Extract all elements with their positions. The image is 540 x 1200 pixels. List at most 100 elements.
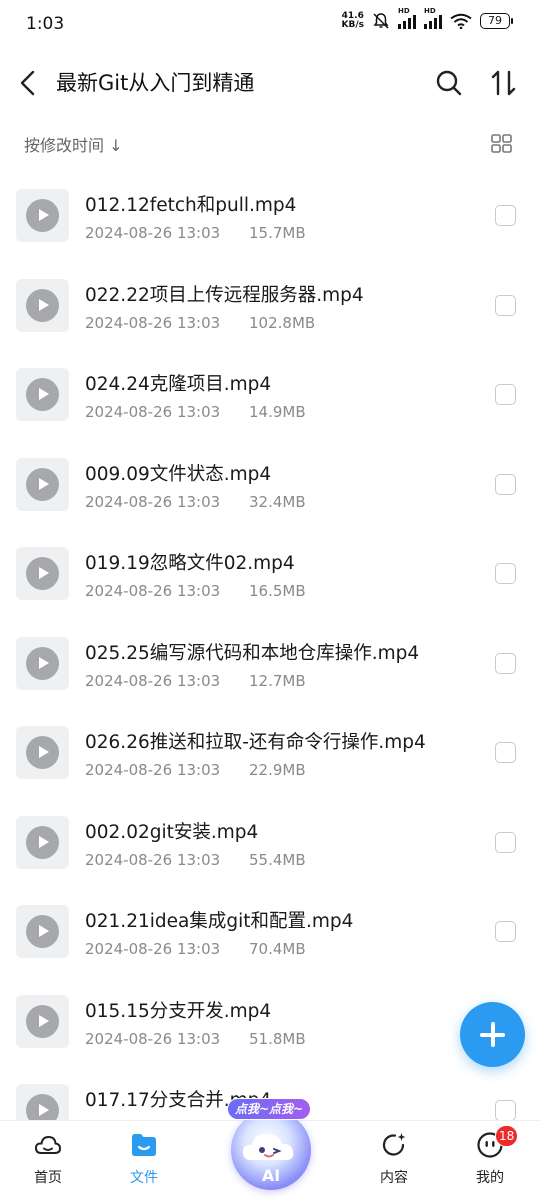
- back-button[interactable]: [14, 65, 44, 101]
- signal-1-hd: HD: [398, 7, 410, 15]
- nav-me[interactable]: 18 我的: [455, 1125, 525, 1191]
- play-icon: [26, 378, 59, 411]
- play-icon: [26, 646, 59, 680]
- file-name: 022.22项目上传远程服务器.mp4: [85, 284, 364, 306]
- file-size: 55.4MB: [249, 850, 306, 869]
- play-icon: [26, 288, 59, 322]
- status-icons: 41.6 KB/s HD HD 79: [342, 7, 513, 30]
- file-row[interactable]: 015.15分支开发.mp4 2024-08-26 13:03 51.8MB: [0, 976, 540, 1066]
- select-checkbox[interactable]: [495, 205, 516, 226]
- file-row[interactable]: 025.25编写源代码和本地仓库操作.mp4 2024-08-26 13:03 …: [0, 618, 540, 708]
- video-thumbnail: [16, 726, 69, 779]
- select-checkbox[interactable]: [495, 473, 516, 495]
- file-size: 102.8MB: [249, 313, 316, 332]
- grid-view-icon: [491, 134, 512, 153]
- file-size: 16.5MB: [249, 582, 306, 600]
- file-name: 026.26推送和拉取-还有命令行操作.mp4: [85, 732, 426, 753]
- add-button[interactable]: [460, 1002, 525, 1067]
- play-icon: [26, 467, 59, 501]
- nav-files-label: 文件: [130, 1170, 158, 1186]
- video-thumbnail: [16, 547, 69, 600]
- file-name: 019.19忽略文件02.mp4: [85, 553, 295, 574]
- file-name: 025.25编写源代码和本地仓库操作.mp4: [85, 642, 420, 664]
- video-thumbnail: [16, 636, 69, 690]
- search-button[interactable]: [433, 67, 465, 99]
- network-speed: 41.6 KB/s: [342, 12, 364, 30]
- file-date: 2024-08-26 13:03: [85, 582, 221, 600]
- select-checkbox[interactable]: [495, 384, 516, 405]
- file-date: 2024-08-26 13:03: [85, 1029, 221, 1048]
- file-row[interactable]: 026.26推送和拉取-还有命令行操作.mp4 2024-08-26 13:03…: [0, 707, 540, 797]
- signal-2-icon: HD: [424, 7, 442, 29]
- mute-bell-icon: [373, 13, 389, 29]
- file-name: 002.02git安装.mp4: [85, 821, 259, 843]
- status-time: 1:03: [26, 14, 65, 34]
- file-name: 015.15分支开发.mp4: [85, 1000, 272, 1022]
- list-toolbar: 按修改时间 ↓: [0, 128, 540, 160]
- file-row[interactable]: 021.21idea集成git和配置.mp4 2024-08-26 13:03 …: [0, 886, 540, 976]
- file-row[interactable]: 022.22项目上传远程服务器.mp4 2024-08-26 13:03 102…: [0, 260, 540, 350]
- nav-content-label: 内容: [380, 1170, 408, 1186]
- file-row[interactable]: 012.12fetch和pull.mp4 2024-08-26 13:03 15…: [0, 170, 540, 260]
- nav-me-label: 我的: [476, 1170, 504, 1186]
- sort-button[interactable]: [488, 67, 520, 99]
- sort-by-modified-time[interactable]: 按修改时间 ↓: [24, 132, 123, 156]
- sparkle-refresh-icon: [382, 1133, 406, 1156]
- select-checkbox[interactable]: [495, 294, 516, 316]
- signal-1-icon: HD: [398, 7, 416, 29]
- file-date: 2024-08-26 13:03: [85, 403, 221, 421]
- file-size: 14.9MB: [249, 403, 306, 421]
- video-thumbnail: [16, 815, 69, 869]
- file-name: 024.24克隆项目.mp4: [85, 374, 272, 395]
- file-row[interactable]: 024.24克隆项目.mp4 2024-08-26 13:03 14.9MB: [0, 349, 540, 439]
- page-title: 最新Git从入门到精通: [56, 71, 255, 95]
- play-icon: [26, 915, 59, 948]
- chevron-left-icon: [20, 70, 35, 96]
- file-row[interactable]: 009.09文件状态.mp4 2024-08-26 13:03 32.4MB: [0, 439, 540, 529]
- video-thumbnail: [16, 278, 69, 332]
- play-icon: [26, 825, 59, 859]
- battery-indicator: 79: [480, 13, 513, 29]
- file-size: 12.7MB: [249, 671, 306, 690]
- folder-icon: [132, 1134, 156, 1156]
- select-checkbox[interactable]: [495, 742, 516, 763]
- file-date: 2024-08-26 13:03: [85, 313, 221, 332]
- signal-2-hd: HD: [424, 7, 436, 15]
- ai-label: AI: [261, 1166, 281, 1185]
- select-checkbox[interactable]: [495, 652, 516, 674]
- video-thumbnail: [16, 994, 69, 1048]
- file-name: 012.12fetch和pull.mp4: [85, 195, 297, 216]
- cloud-home-icon: [34, 1135, 62, 1154]
- video-thumbnail: [16, 457, 69, 511]
- app-header: 最新Git从入门到精通: [0, 55, 540, 111]
- select-checkbox[interactable]: [495, 921, 516, 942]
- notification-badge: 18: [495, 1125, 519, 1147]
- nav-files[interactable]: 文件: [109, 1131, 179, 1191]
- status-bar: 1:03 41.6 KB/s HD HD 79: [0, 0, 540, 50]
- play-icon: [26, 557, 59, 590]
- file-date: 2024-08-26 13:03: [85, 850, 221, 869]
- ai-mascot-icon: AI: [231, 1110, 311, 1190]
- file-size: 15.7MB: [249, 224, 306, 242]
- play-icon: [26, 736, 59, 769]
- nav-content[interactable]: 内容: [359, 1131, 429, 1191]
- file-row[interactable]: 002.02git安装.mp4 2024-08-26 13:03 55.4MB: [0, 797, 540, 887]
- play-icon: [26, 1004, 59, 1038]
- wifi-icon: [450, 13, 472, 29]
- play-icon: [26, 199, 59, 232]
- file-date: 2024-08-26 13:03: [85, 224, 221, 242]
- select-checkbox[interactable]: [495, 1100, 516, 1121]
- video-thumbnail: [16, 368, 69, 421]
- nav-home-label: 首页: [34, 1170, 62, 1186]
- file-row[interactable]: 019.19忽略文件02.mp4 2024-08-26 13:03 16.5MB: [0, 528, 540, 618]
- file-name: 021.21idea集成git和配置.mp4: [85, 911, 354, 932]
- view-toggle-button[interactable]: [491, 134, 513, 154]
- search-icon: [436, 70, 462, 96]
- ai-assistant-button[interactable]: 点我~点我~ AI: [227, 1098, 313, 1192]
- file-size: 51.8MB: [249, 1029, 306, 1048]
- file-name: 009.09文件状态.mp4: [85, 463, 272, 485]
- video-thumbnail: [16, 189, 69, 242]
- nav-home[interactable]: 首页: [13, 1131, 83, 1191]
- select-checkbox[interactable]: [495, 563, 516, 584]
- select-checkbox[interactable]: [495, 831, 516, 853]
